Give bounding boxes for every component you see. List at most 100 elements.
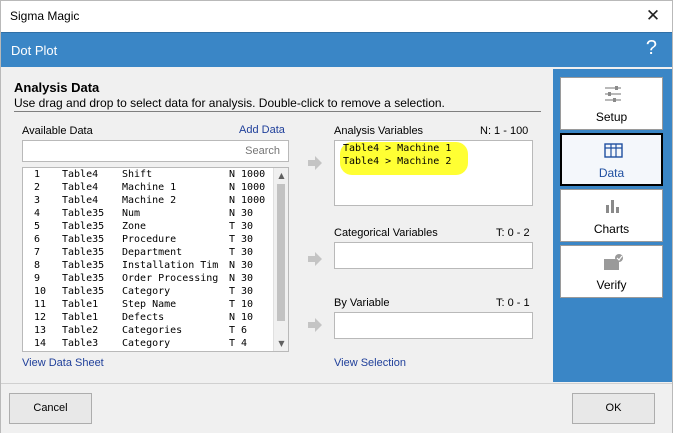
row-table: Table4 (62, 182, 99, 193)
list-item[interactable]: 12 Table1 Defects N 10 (23, 311, 274, 324)
row-index: 12 (34, 312, 47, 323)
ok-button[interactable]: OK (572, 393, 655, 424)
row-type-count: N 1000 (229, 182, 266, 193)
row-type-count: N 1000 (229, 169, 266, 180)
row-index: 6 (34, 234, 41, 245)
list-item[interactable]: 7 Table35 Department T 30 (23, 246, 274, 259)
setup-label: Setup (595, 110, 628, 124)
verify-button[interactable]: Verify (560, 245, 663, 298)
add-data-link[interactable]: Add Data (239, 124, 285, 136)
row-column: Zone (122, 221, 147, 232)
row-index: 1 (34, 169, 41, 180)
scroll-down-icon[interactable]: ▼ (274, 336, 288, 351)
row-type-count: T 30 (229, 286, 254, 297)
scroll-up-icon[interactable]: ▲ (274, 168, 288, 183)
row-index: 11 (34, 299, 47, 310)
row-index: 5 (34, 221, 41, 232)
list-item[interactable]: 1 Table4 Shift N 1000 (23, 168, 274, 181)
row-column: Step Name (122, 299, 177, 310)
view-data-sheet-link[interactable]: View Data Sheet (22, 357, 104, 369)
list-item[interactable]: 14 Table3 Category T 4 (23, 337, 274, 350)
row-index: 8 (34, 260, 41, 271)
row-index: 4 (34, 208, 41, 219)
row-table: Table35 (62, 286, 105, 297)
help-icon[interactable]: ? (646, 37, 657, 60)
sliders-icon (605, 86, 621, 102)
list-item[interactable]: 5 Table35 Zone T 30 (23, 220, 274, 233)
view-selection-link[interactable]: View Selection (334, 357, 406, 369)
row-index: 10 (34, 286, 47, 297)
categorical-variables-range: T: 0 - 2 (496, 227, 530, 239)
by-variable-range: T: 0 - 1 (496, 297, 530, 309)
row-table: Table4 (62, 195, 99, 206)
list-item[interactable]: 13 Table2 Categories T 6 (23, 324, 274, 337)
row-index: 3 (34, 195, 41, 206)
side-nav: Setup Data Charts Verify (553, 69, 672, 382)
row-column: Shift (122, 169, 153, 180)
row-table: Table35 (62, 260, 105, 271)
list-item[interactable]: 9 Table35 Order Processing N 30 (23, 272, 274, 285)
analysis-variable-item[interactable]: Table4 > Machine 2 (343, 156, 451, 167)
by-variable-box[interactable] (334, 312, 533, 339)
list-item[interactable]: 4 Table35 Num N 30 (23, 207, 274, 220)
search-box (22, 140, 289, 162)
row-type-count: N 30 (229, 260, 254, 271)
charts-button[interactable]: Charts (560, 189, 663, 242)
search-input[interactable] (23, 141, 288, 161)
row-column: Defects (122, 312, 165, 323)
analysis-variable-item[interactable]: Table4 > Machine 1 (343, 143, 451, 154)
row-table: Table4 (62, 169, 99, 180)
row-index: 13 (34, 325, 47, 336)
verify-icon (604, 254, 623, 270)
close-icon[interactable]: ✕ (642, 5, 664, 27)
charts-label: Charts (593, 222, 630, 236)
section-divider (14, 111, 541, 112)
list-item[interactable]: 10 Table35 Category T 30 (23, 285, 274, 298)
move-right-arrow-icon[interactable] (307, 156, 323, 170)
row-type-count: T 30 (229, 234, 254, 245)
data-button[interactable]: Data (560, 133, 663, 186)
row-index: 7 (34, 247, 41, 258)
bar-chart-icon (606, 200, 619, 213)
row-column: Category (122, 286, 171, 297)
row-table: Table35 (62, 234, 105, 245)
row-column: Categories (122, 325, 183, 336)
footer-bar: Cancel OK (1, 383, 672, 433)
list-item[interactable]: 11 Table1 Step Name T 10 (23, 298, 274, 311)
list-item[interactable]: 6 Table35 Procedure T 30 (23, 233, 274, 246)
data-label: Data (598, 166, 625, 180)
categorical-variables-box[interactable] (334, 242, 533, 269)
row-table: Table35 (62, 273, 105, 284)
available-data-list[interactable]: 1 Table4 Shift N 1000 2 Table4 Machine 1 N 1000… (22, 167, 289, 352)
scroll-thumb[interactable] (277, 184, 285, 321)
row-column: Num (122, 208, 141, 219)
row-table: Table1 (62, 299, 99, 310)
row-column: Order Processing (122, 273, 219, 284)
dialog-window: Sigma Magic ✕ Dot Plot ? Analysis Data U… (0, 0, 673, 433)
table-icon (604, 143, 623, 158)
row-type-count: N 30 (229, 208, 254, 219)
list-item[interactable]: 2 Table4 Machine 1 N 1000 (23, 181, 274, 194)
row-type-count: T 30 (229, 221, 254, 232)
verify-label: Verify (596, 278, 627, 292)
move-right-arrow-icon[interactable] (307, 252, 323, 266)
list-item[interactable]: 8 Table35 Installation Tim N 30 (23, 259, 274, 272)
list-item[interactable]: 3 Table4 Machine 2 N 1000 (23, 194, 274, 207)
row-column: Procedure (122, 234, 177, 245)
page-title: Dot Plot (11, 43, 58, 58)
cancel-button[interactable]: Cancel (9, 393, 92, 424)
row-type-count: T 4 (229, 338, 248, 349)
row-type-count: N 1000 (229, 195, 266, 206)
row-type-count: T 10 (229, 299, 254, 310)
by-variable-label: By Variable (334, 297, 390, 309)
setup-button[interactable]: Setup (560, 77, 663, 130)
analysis-variables-box[interactable]: Table4 > Machine 1 Table4 > Machine 2 (334, 140, 533, 206)
row-table: Table3 (62, 338, 99, 349)
row-type-count: T 6 (229, 325, 248, 336)
available-data-label: Available Data (22, 125, 93, 137)
row-table: Table35 (62, 208, 105, 219)
row-table: Table1 (62, 312, 99, 323)
move-right-arrow-icon[interactable] (307, 318, 323, 332)
row-column: Department (122, 247, 183, 258)
list-scrollbar[interactable]: ▲ ▼ (273, 168, 288, 351)
